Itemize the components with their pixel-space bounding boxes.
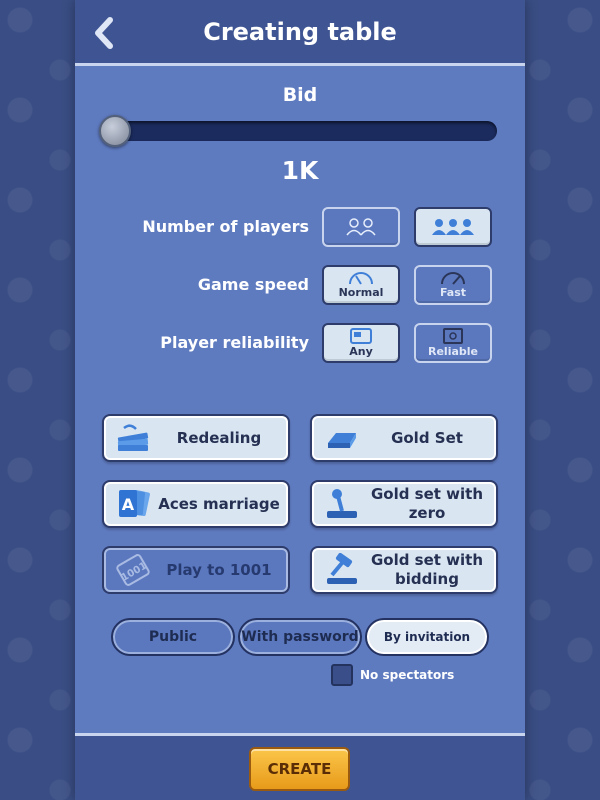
reliability-any-label: Any	[349, 345, 373, 358]
speedometer-fast-icon	[441, 272, 465, 285]
speed-fast-button[interactable]: Fast	[414, 265, 492, 305]
create-button[interactable]: CREATE	[249, 747, 350, 791]
1001-card-icon: 1001	[112, 550, 156, 590]
speed-normal-button[interactable]: Normal	[322, 265, 400, 305]
three-players-icon	[432, 219, 474, 235]
bid-label: Bid	[282, 84, 318, 106]
two-players-icon	[346, 218, 376, 236]
feature-gold-set-zero-button[interactable]: Gold set with zero	[310, 480, 498, 528]
reliability-any-button[interactable]: Any	[322, 323, 400, 363]
header: Creating table	[75, 0, 525, 66]
feature-label: Redealing	[176, 428, 262, 447]
feature-label: Gold Set	[391, 428, 463, 447]
joystick-icon	[320, 484, 364, 524]
feature-label: Gold set with bidding	[370, 551, 484, 588]
feature-aces-marriage-button[interactable]: A Aces marriage	[102, 480, 290, 528]
no-spectators-label: No spectators	[360, 668, 455, 682]
reliability-option-row: Player reliability Any Reliable	[75, 323, 525, 365]
no-spectators-option[interactable]: No spectators	[331, 664, 454, 686]
two-players-button[interactable]	[322, 207, 400, 247]
reliability-label: Player reliability	[160, 333, 309, 352]
access-public-button[interactable]: Public	[111, 618, 235, 656]
feature-gold-set-bidding-button[interactable]: Gold set with bidding	[310, 546, 498, 594]
feature-redealing-button[interactable]: Redealing	[102, 414, 290, 462]
gavel-icon	[320, 550, 364, 590]
gold-bar-icon	[320, 418, 364, 458]
feature-label: Aces marriage	[158, 494, 280, 513]
feature-label: Gold set with zero	[370, 485, 484, 522]
svg-text:1001: 1001	[119, 560, 149, 583]
no-spectators-checkbox[interactable]	[331, 664, 353, 686]
players-label: Number of players	[142, 217, 309, 236]
page-title: Creating table	[203, 18, 397, 46]
reliability-reliable-button[interactable]: Reliable	[414, 323, 492, 363]
feature-label: Play to 1001	[166, 560, 272, 579]
reliability-reliable-label: Reliable	[428, 345, 478, 358]
monitor-icon	[350, 328, 372, 344]
footer: CREATE	[75, 733, 525, 800]
players-option-row: Number of players	[75, 207, 525, 249]
svg-text:A: A	[122, 495, 135, 514]
feature-play-to-1001-button[interactable]: 1001 Play to 1001	[102, 546, 290, 594]
cards-icon	[112, 418, 156, 458]
speed-normal-label: Normal	[338, 286, 384, 299]
create-table-panel: Creating table Bid 1K Number of players …	[75, 0, 525, 800]
bid-value: 1K	[281, 156, 319, 185]
access-password-button[interactable]: With password	[238, 618, 362, 656]
speed-fast-label: Fast	[439, 286, 467, 299]
three-players-button[interactable]	[414, 207, 492, 247]
speed-label: Game speed	[197, 275, 309, 294]
bid-slider[interactable]	[99, 115, 497, 147]
bid-slider-handle[interactable]	[99, 115, 131, 147]
access-invitation-button[interactable]: By invitation	[365, 618, 489, 656]
speed-option-row: Game speed Normal Fast	[75, 265, 525, 307]
ace-card-icon: A	[112, 484, 156, 524]
feature-gold-set-button[interactable]: Gold Set	[310, 414, 498, 462]
safe-icon	[443, 328, 463, 344]
speedometer-icon	[349, 272, 373, 285]
